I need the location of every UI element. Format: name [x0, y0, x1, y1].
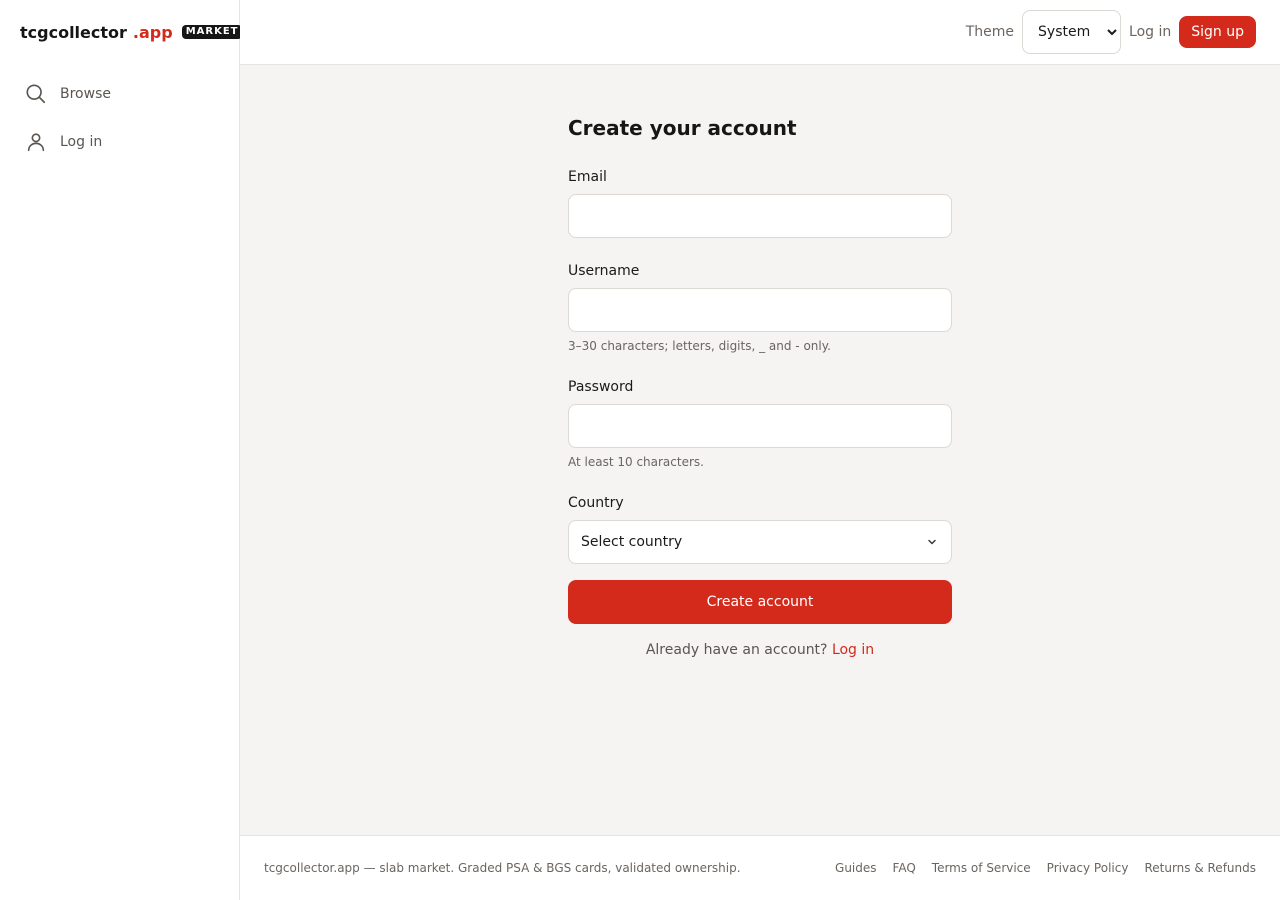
user-icon [27, 133, 45, 152]
footer: tcgcollector.app — slab market. Graded P… [240, 835, 1280, 900]
sidebar-item-label: Browse [60, 86, 111, 102]
password-label: Password [568, 379, 634, 395]
username-hint: 3–30 characters; letters, digits, _ and … [568, 339, 831, 353]
username-label: Username [568, 263, 640, 279]
email-field-group: Email [568, 168, 952, 238]
theme-select[interactable]: System [1022, 10, 1122, 54]
footer-link-guides[interactable]: Guides [835, 861, 877, 876]
theme-label: Theme [965, 24, 1015, 40]
country-label: Country [568, 495, 624, 511]
email-field[interactable] [568, 194, 952, 238]
already-have-account: Already have an account? Log in [568, 642, 952, 658]
username-field[interactable] [568, 288, 952, 332]
brand-tld: .app [132, 22, 173, 42]
sidebar-nav: Browse Log in [0, 70, 240, 166]
footer-links: Guides FAQ Terms of Service Privacy Poli… [819, 861, 1256, 876]
sidebar-item-login[interactable]: Log in [0, 118, 240, 166]
brand-logo[interactable]: tcgcollector .app MARKET [20, 20, 243, 44]
page-title: Create your account [568, 116, 797, 140]
brand-name: tcgcollector [20, 22, 127, 42]
footer-link-returns[interactable]: Returns & Refunds [1144, 861, 1256, 876]
footer-link-terms[interactable]: Terms of Service [932, 861, 1031, 876]
top-login-link[interactable]: Log in [1129, 24, 1171, 40]
password-field[interactable] [568, 404, 952, 448]
country-select[interactable]: Select country [568, 520, 952, 564]
sidebar-item-label: Log in [60, 134, 103, 150]
already-text: Already have an account? [645, 642, 828, 658]
country-field-group: Country Select country [568, 494, 952, 564]
footer-link-faq[interactable]: FAQ [893, 861, 916, 876]
create-account-button[interactable]: Create account [568, 580, 952, 624]
password-field-group: Password At least 10 characters. [568, 378, 952, 470]
top-bar: Theme System Log in Sign up [240, 0, 1280, 65]
topbar-actions: Theme System Log in Sign up [966, 10, 1256, 54]
footer-link-privacy[interactable]: Privacy Policy [1047, 861, 1129, 876]
signup-form: Create your account Email Username 3–30 … [568, 114, 952, 658]
sidebar: tcgcollector .app MARKET Browse Log in [0, 0, 243, 900]
email-label: Email [568, 169, 607, 185]
login-link[interactable]: Log in [832, 642, 874, 658]
password-hint: At least 10 characters. [568, 455, 704, 469]
sidebar-item-browse[interactable]: Browse [0, 70, 240, 118]
search-icon [26, 84, 46, 104]
app-root: tcgcollector .app MARKET Browse Log in T… [0, 0, 1280, 900]
footer-text: tcgcollector.app — slab market. Graded P… [264, 861, 741, 875]
market-badge: MARKET [181, 25, 243, 39]
country-select-wrapper: Select country [568, 520, 952, 564]
signup-button[interactable]: Sign up [1179, 16, 1256, 48]
username-field-group: Username 3–30 characters; letters, digit… [568, 262, 952, 354]
